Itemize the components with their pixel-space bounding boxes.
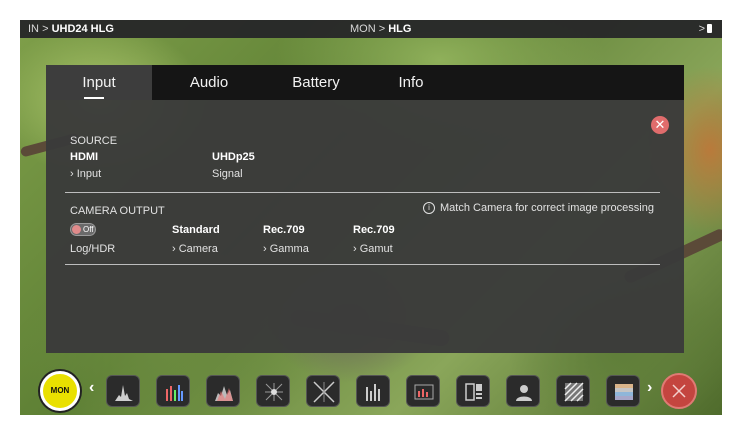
camera-value: Standard [172, 224, 220, 236]
monitor-value: HLG [388, 23, 412, 35]
info-icon: i [423, 202, 435, 214]
log-hdr-label: Log/HDR [70, 243, 116, 255]
source-heading: SOURCE [70, 135, 118, 147]
waveform-tool[interactable] [106, 375, 140, 407]
monitor-settings-icon [465, 383, 482, 401]
signal-label: Signal [212, 168, 243, 180]
tab-input-label: Input [82, 74, 116, 91]
audio-meters-icon [366, 384, 380, 401]
chevron-right-icon: › [647, 379, 653, 396]
gamma-link: › Gamma [263, 243, 309, 255]
toggle-knob [72, 225, 81, 234]
battery-icon [707, 24, 712, 33]
input-arrow: > [42, 23, 49, 35]
match-camera-hint: Match Camera for correct image processin… [440, 202, 654, 214]
camera-feed-background: IN > UHD24 HLG MON > HLG > Input Audio B… [20, 20, 722, 415]
false-color-tool[interactable] [406, 375, 440, 407]
mon-button[interactable]: MON [40, 371, 80, 411]
tab-input[interactable]: Input [46, 65, 152, 100]
gamut-link: › Gamut [353, 243, 393, 255]
histogram-icon [215, 386, 233, 401]
exit-button[interactable] [661, 373, 697, 409]
scroll-right-button[interactable]: › [647, 379, 652, 397]
camera-link: › Camera [172, 243, 218, 255]
tab-bar: Input Audio Battery Info [46, 65, 684, 100]
histogram-tool[interactable] [206, 375, 240, 407]
log-hdr-toggle[interactable]: Off [70, 223, 96, 236]
tab-battery[interactable]: Battery [266, 65, 366, 100]
input-value: UHD24 HLG [51, 23, 114, 35]
bottom-toolbar: MON ‹ › [20, 365, 722, 415]
toggle-text: Off [83, 225, 94, 234]
signal-value: UHDp25 [212, 151, 255, 163]
close-panel-button[interactable]: ✕ [651, 116, 669, 134]
monitor-settings-tool[interactable] [456, 375, 490, 407]
rgb-parade-icon [166, 385, 183, 401]
settings-panel: Input Audio Battery Info ✕ SOURCE HDMI ›… [46, 65, 684, 353]
color-bars-tool[interactable] [606, 375, 640, 407]
active-tab-indicator [84, 97, 104, 99]
camera-output-heading: CAMERA OUTPUT [70, 205, 165, 217]
vectorscope-tool[interactable] [256, 375, 290, 407]
battery-arrow: > [698, 23, 705, 35]
zoomed-vectorscope-icon [313, 381, 335, 403]
monitor-status[interactable]: MON > HLG [350, 20, 411, 38]
mon-label: MON [50, 386, 70, 395]
rgb-parade-tool[interactable] [156, 375, 190, 407]
status-bar: IN > UHD24 HLG MON > HLG > [20, 20, 722, 38]
gamma-value: Rec.709 [263, 224, 305, 236]
person-icon [516, 385, 532, 401]
divider [65, 192, 660, 193]
zoomed-vectorscope-tool[interactable] [306, 375, 340, 407]
monitor-arrow: > [378, 23, 386, 35]
scroll-left-button[interactable]: ‹ [89, 379, 94, 397]
tab-info[interactable]: Info [366, 65, 456, 100]
input-link: › Input [70, 168, 102, 180]
anamorphic-tool[interactable] [506, 375, 540, 407]
zebra-icon [564, 382, 584, 402]
color-bars-icon [615, 384, 633, 400]
input-value: HDMI [70, 151, 99, 163]
tab-audio[interactable]: Audio [152, 65, 266, 100]
chevron-left-icon: ‹ [89, 379, 95, 396]
gamut-value: Rec.709 [353, 224, 395, 236]
vectorscope-icon [265, 383, 283, 401]
audio-meters-tool[interactable] [356, 375, 390, 407]
tab-audio-label: Audio [189, 74, 229, 91]
input-status[interactable]: IN > UHD24 HLG [28, 20, 114, 38]
tab-battery-label: Battery [292, 74, 340, 91]
close-icon: ✕ [654, 117, 666, 132]
battery-status[interactable]: > [699, 20, 712, 38]
tab-info-label: Info [398, 74, 424, 91]
zebra-tool[interactable] [556, 375, 590, 407]
waveform-icon [115, 385, 133, 401]
monitor-label: MON [350, 23, 376, 35]
close-icon [672, 384, 686, 398]
divider [65, 264, 660, 265]
false-color-icon [414, 384, 434, 400]
input-label: IN [28, 23, 39, 35]
